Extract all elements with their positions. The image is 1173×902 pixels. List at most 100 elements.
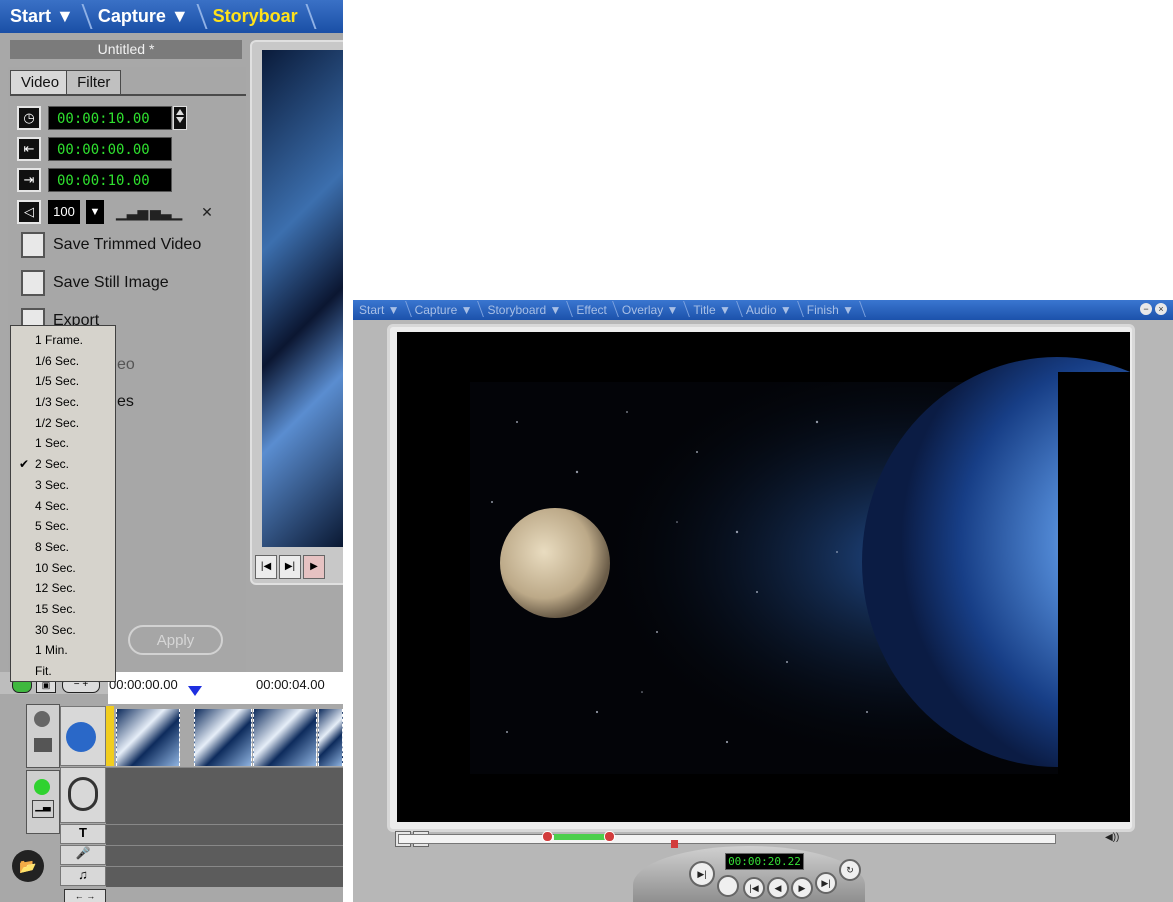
zoom-menu-item-label: 1/3 Sec. (35, 395, 80, 410)
left-editor-window: Start ▼ Capture ▼ Storyboar Untitled * V… (0, 0, 343, 902)
close-icon[interactable]: × (1155, 303, 1167, 315)
window-buttons: − × (1140, 303, 1167, 315)
zoom-menu-item[interactable]: Fit. (11, 661, 115, 682)
clip-start-marker[interactable] (106, 706, 114, 766)
music-note-icon: ♫ (60, 866, 106, 886)
zoom-menu-item-label: 10 Sec. (35, 560, 76, 575)
zoom-menu-item-label: 4 Sec. (35, 498, 70, 513)
overlay-track[interactable] (106, 767, 343, 824)
zoom-menu-item[interactable]: 15 Sec. (11, 599, 115, 620)
zoom-menu-item[interactable]: 1/3 Sec. (11, 392, 115, 413)
zoom-menu-item[interactable]: 1/2 Sec. (11, 413, 115, 434)
nav-effect[interactable]: Effect (570, 303, 615, 317)
zoom-menu-item[interactable]: 1 Min. (11, 640, 115, 661)
open-folder-icon[interactable]: 📂 (12, 850, 44, 882)
playback-timecode[interactable]: 00:00:20.22 (725, 853, 804, 870)
stepper-down-icon[interactable] (176, 117, 184, 123)
zoom-menu-item-label: 1/5 Sec. (35, 374, 80, 389)
prev-frame-icon[interactable]: |◀ (255, 555, 277, 579)
track-record-icon (34, 711, 50, 727)
previous-frame-icon[interactable]: ◀ (767, 877, 789, 899)
apply-button[interactable]: Apply (128, 625, 223, 655)
mark-out-timecode[interactable]: 00:00:10.00 (48, 168, 172, 192)
nav-finish[interactable]: Finish ▼ (801, 303, 863, 317)
trim-start-handle[interactable] (542, 831, 553, 842)
zoom-menu-item[interactable]: 1/5 Sec. (11, 371, 115, 392)
repeat-icon[interactable]: ↻ (839, 859, 861, 881)
timeline-clip[interactable] (116, 709, 180, 766)
scrub-position-handle[interactable] (671, 840, 678, 848)
nav-storyboard[interactable]: Storyboar (203, 0, 312, 33)
panel-tabs: Video Filter (10, 70, 122, 95)
zoom-menu-item[interactable]: 10 Sec. (11, 558, 115, 579)
zoom-menu-item-label: 5 Sec. (35, 519, 70, 534)
fade-in-icon[interactable]: ▁▃▅ (116, 200, 148, 224)
go-to-start-icon[interactable]: |◀ (743, 877, 765, 899)
zoom-menu-item-label: 1 Min. (35, 643, 68, 658)
zoom-menu-item[interactable]: 12 Sec. (11, 578, 115, 599)
project-title: Untitled * (10, 40, 242, 59)
trim-marker-icon[interactable]: ▶ (303, 555, 325, 579)
play-icon[interactable] (717, 875, 739, 897)
tab-video[interactable]: Video (10, 70, 71, 95)
nav-overlay[interactable]: Overlay ▼ (616, 303, 688, 317)
trim-range (554, 834, 606, 840)
zoom-menu-item[interactable]: 1/6 Sec. (11, 351, 115, 372)
mark-in-icon[interactable]: ⇤ (17, 137, 41, 161)
zoom-menu-item[interactable]: ✔ 2 Sec. (11, 454, 115, 475)
film-reel-icon (66, 722, 96, 752)
zoom-menu-item[interactable]: 4 Sec. (11, 496, 115, 517)
save-trimmed-video-action[interactable]: Save Trimmed Video (21, 232, 201, 258)
timeline-time-mid: 00:00:04.00 (256, 677, 325, 692)
timeline-clip[interactable] (253, 709, 317, 766)
zoom-menu-item[interactable]: 5 Sec. (11, 516, 115, 537)
nav-audio[interactable]: Audio ▼ (740, 303, 801, 317)
zoom-menu-item[interactable]: 1 Frame. (11, 330, 115, 351)
playhead-marker[interactable] (188, 686, 202, 696)
go-to-end-icon[interactable]: ▶| (815, 872, 837, 894)
fade-out-icon[interactable]: ▅▃▁ (150, 200, 182, 224)
duration-timecode[interactable]: 00:00:10.00 (48, 106, 172, 130)
mark-out-icon[interactable]: ⇥ (17, 168, 41, 192)
overlay-reel-icon (68, 777, 98, 811)
zoom-menu-item-label: 15 Sec. (35, 601, 76, 616)
nav-title[interactable]: Title ▼ (687, 303, 739, 317)
tab-filter[interactable]: Filter (66, 70, 122, 95)
nav-capture[interactable]: Capture ▼ (409, 303, 482, 317)
stepper-up-icon[interactable] (176, 109, 184, 115)
floppy-disk-icon (21, 270, 45, 296)
volume-icon[interactable]: ◀)) (1105, 832, 1119, 843)
preview-video (262, 50, 343, 547)
zoom-menu-item[interactable]: 30 Sec. (11, 620, 115, 641)
nav-storyboard[interactable]: Storyboard ▼ (481, 303, 570, 317)
timeline-clip[interactable] (194, 709, 252, 766)
zoom-menu-item[interactable]: 8 Sec. (11, 537, 115, 558)
zoom-menu-item[interactable]: 3 Sec. (11, 475, 115, 496)
duration-stepper[interactable] (173, 106, 187, 130)
nav-start[interactable]: Start ▼ (0, 0, 88, 33)
scroll-arrows-icon[interactable]: ← → (64, 889, 106, 902)
music-track[interactable] (106, 866, 343, 887)
voice-track[interactable] (106, 845, 343, 866)
mark-in-timecode[interactable]: 00:00:00.00 (48, 137, 172, 161)
timeline-clip[interactable] (318, 709, 343, 766)
volume-dropdown-icon[interactable]: ▼ (86, 200, 104, 224)
zoom-menu-item[interactable]: 1 Sec. (11, 433, 115, 454)
scrub-bar[interactable] (398, 834, 1056, 844)
volume-value[interactable]: 100 (48, 200, 80, 224)
nav-start[interactable]: Start ▼ (353, 303, 409, 317)
film-frame-icon (21, 232, 45, 258)
save-still-image-label: Save Still Image (53, 274, 169, 291)
title-track[interactable] (106, 824, 343, 845)
voice-track-icon: 🎤 (60, 845, 106, 865)
zoom-menu-item-label: 8 Sec. (35, 539, 70, 554)
mute-icon[interactable]: ✕ (192, 200, 222, 224)
next-frame-icon[interactable]: ▶| (279, 555, 301, 579)
minimize-icon[interactable]: − (1140, 303, 1152, 315)
play-mode-icon[interactable]: ▶| (689, 861, 715, 887)
save-still-image-action[interactable]: Save Still Image (21, 270, 169, 296)
nav-capture[interactable]: Capture ▼ (88, 0, 203, 33)
zoom-menu-item-label: 2 Sec. (35, 457, 70, 472)
next-frame-icon[interactable]: ▶ (791, 877, 813, 899)
trim-end-handle[interactable] (604, 831, 615, 842)
